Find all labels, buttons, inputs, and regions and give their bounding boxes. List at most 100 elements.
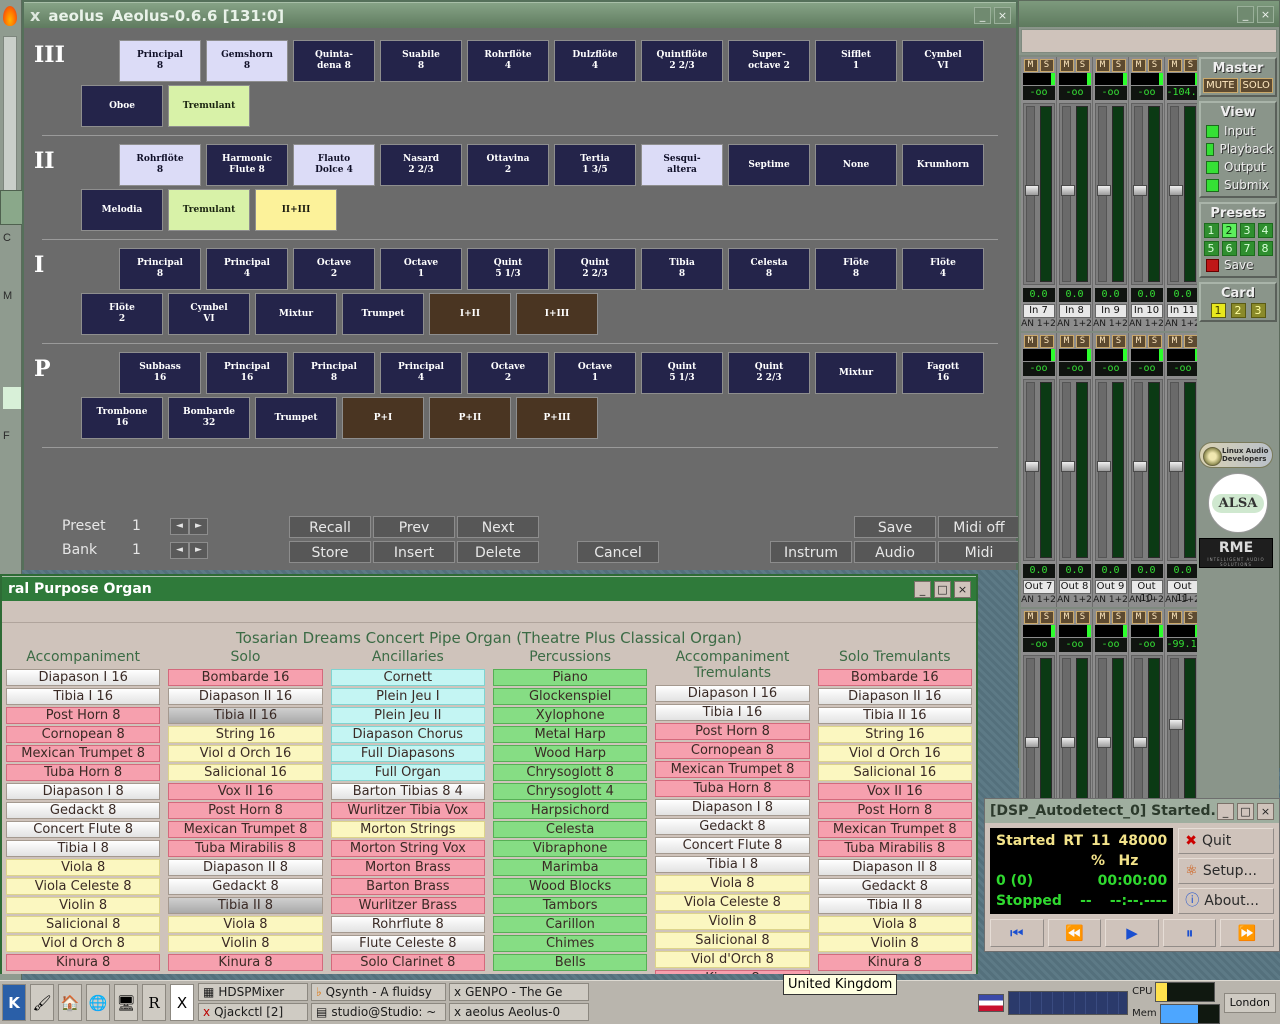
channel-name-button[interactable]: Out 10 xyxy=(1130,580,1163,604)
coupler-i-plus-ii[interactable]: I+II xyxy=(429,293,511,335)
task-qsynth[interactable]: ♭ Qsynth - A fluidsy xyxy=(311,983,446,1001)
hdspmixer-titlebar[interactable]: _ × xyxy=(1019,1,1279,27)
organ-stop-button[interactable]: Carillon xyxy=(492,916,648,933)
organ-stop-button[interactable]: Gedackt 8 xyxy=(168,878,323,895)
stop-p-trumpet[interactable]: Trumpet xyxy=(255,397,337,439)
insert-button[interactable]: Insert xyxy=(373,541,455,563)
organ-stop-button[interactable]: Viola Celeste 8 xyxy=(6,878,161,895)
screen-icon[interactable]: 🖥 xyxy=(114,984,138,1021)
organ-stop-button[interactable]: Barton Tibias 8 4 xyxy=(330,783,485,800)
rosegarden-icon[interactable]: R xyxy=(142,984,166,1021)
preset-prev-arrow[interactable]: ◄ xyxy=(170,518,189,535)
channel-mute-button[interactable]: M xyxy=(1095,611,1110,624)
fader-track[interactable] xyxy=(1168,382,1183,558)
organ-stop-button[interactable]: Morton String Vox xyxy=(330,840,485,857)
coupler-i-plus-iii[interactable]: I+III xyxy=(516,293,598,335)
fader-knob[interactable] xyxy=(1132,185,1147,196)
genpo-menubar[interactable] xyxy=(2,601,976,623)
channel-solo-button[interactable]: S xyxy=(1039,611,1054,624)
qjackctl-minimize-button[interactable]: _ xyxy=(1217,802,1234,820)
task-aeolus[interactable]: x aeolus Aeolus-0 xyxy=(449,1003,589,1021)
prev-button[interactable]: Prev xyxy=(373,516,455,538)
organ-stop-button[interactable]: Diapason II 16 xyxy=(817,688,972,705)
organ-stop-button[interactable]: Tibia II 8 xyxy=(168,897,323,914)
organ-stop-button[interactable]: Wood Harp xyxy=(492,745,648,762)
transport-rewind-button[interactable]: ⏪ xyxy=(1047,919,1102,947)
organ-stop-button[interactable]: Viola 8 xyxy=(655,875,810,892)
preset-button-1[interactable]: 1 xyxy=(1203,223,1219,238)
organ-stop-button[interactable]: Wurlitzer Tibia Vox xyxy=(330,802,485,819)
stop-i-quint-5-1-3[interactable]: Quint 5 1/3 xyxy=(467,248,549,290)
stop-i-flote-2[interactable]: Flöte 2 xyxy=(81,293,163,335)
preset-button-6[interactable]: 6 xyxy=(1221,241,1237,256)
organ-stop-button[interactable]: Viola Celeste 8 xyxy=(655,894,810,911)
stop-oboe[interactable]: Oboe xyxy=(81,85,163,127)
channel-name-button[interactable]: In 8 xyxy=(1058,304,1091,318)
organ-stop-button[interactable]: Celesta xyxy=(492,821,648,838)
organ-stop-button[interactable]: Piano xyxy=(492,669,648,686)
organ-stop-button[interactable]: Viola 8 xyxy=(6,859,161,876)
task-hdspmixer[interactable]: ▦ HDSPMixer xyxy=(198,983,308,1001)
stop-sifflet-1[interactable]: Sifflet 1 xyxy=(815,40,897,82)
organ-stop-button[interactable]: Kinura 8 xyxy=(168,954,323,971)
transport-rewind-start-button[interactable]: ⏮ xyxy=(990,919,1044,947)
channel-fader[interactable] xyxy=(1094,379,1127,561)
preset-button-3[interactable]: 3 xyxy=(1239,223,1255,238)
stop-i-flote-4[interactable]: Flöte 4 xyxy=(902,248,984,290)
organ-stop-button[interactable]: Gedackt 8 xyxy=(817,878,972,895)
stop-quintflote-2-2-3[interactable]: Quintflöte 2 2/3 xyxy=(641,40,723,82)
stop-rohrflote-4[interactable]: Rohrflöte 4 xyxy=(467,40,549,82)
channel-name-button[interactable]: Out 8 xyxy=(1058,580,1091,594)
organ-stop-button[interactable]: Solo Clarinet 8 xyxy=(330,954,485,971)
stop-p-subbass-16[interactable]: Subbass 16 xyxy=(119,352,201,394)
stop-i-tibia-8[interactable]: Tibia 8 xyxy=(641,248,723,290)
stop-harmonic-flute-8[interactable]: Harmonic Flute 8 xyxy=(206,144,288,186)
task-terminal[interactable]: ▤ studio@Studio: ~ xyxy=(311,1003,446,1021)
fader-track[interactable] xyxy=(1024,106,1039,282)
fader-knob[interactable] xyxy=(1132,461,1147,472)
fader-track[interactable] xyxy=(1096,106,1111,282)
preset-button-4[interactable]: 4 xyxy=(1257,223,1273,238)
organ-stop-button[interactable]: Tuba Mirabilis 8 xyxy=(817,840,972,857)
organ-stop-button[interactable]: Tibia I 8 xyxy=(655,856,810,873)
organ-stop-button[interactable]: Tibia I 8 xyxy=(6,840,161,857)
stop-septime[interactable]: Septime xyxy=(728,144,810,186)
channel-solo-button[interactable]: S xyxy=(1039,59,1054,72)
fader-knob[interactable] xyxy=(1132,737,1147,748)
organ-stop-button[interactable]: Diapason I 8 xyxy=(655,799,810,816)
card-button-3[interactable]: 3 xyxy=(1250,303,1266,318)
organ-stop-button[interactable]: Cornopean 8 xyxy=(6,726,161,743)
aeolus-close-button[interactable]: × xyxy=(994,7,1011,24)
fader-knob[interactable] xyxy=(1024,461,1039,472)
fader-knob[interactable] xyxy=(1168,185,1183,196)
fader-track[interactable] xyxy=(1024,382,1039,558)
organ-stop-button[interactable]: Morton Strings xyxy=(330,821,485,838)
organ-stop-button[interactable]: Tibia II 16 xyxy=(817,707,972,724)
view-item-output[interactable]: Output xyxy=(1203,158,1273,176)
channel-mute-button[interactable]: M xyxy=(1023,611,1038,624)
organ-stop-button[interactable]: Bells xyxy=(492,954,648,971)
preset-button-5[interactable]: 5 xyxy=(1203,241,1219,256)
quit-button[interactable]: ✖ Quit xyxy=(1178,828,1274,854)
organ-stop-button[interactable]: Metal Harp xyxy=(492,726,648,743)
channel-mute-button[interactable]: M xyxy=(1131,59,1146,72)
organ-stop-button[interactable]: Diapason Chorus xyxy=(330,726,485,743)
stop-p-fagott-16[interactable]: Fagott 16 xyxy=(902,352,984,394)
midi-off-button[interactable]: Midi off xyxy=(938,516,1020,538)
organ-stop-button[interactable]: Violin 8 xyxy=(168,935,323,952)
organ-stop-button[interactable]: Viol d Orch 16 xyxy=(168,745,323,762)
organ-stop-button[interactable]: Gedackt 8 xyxy=(6,802,161,819)
channel-mute-button[interactable]: M xyxy=(1095,59,1110,72)
master-solo-button[interactable]: SOLO xyxy=(1239,78,1273,93)
organ-stop-button[interactable]: Marimba xyxy=(492,859,648,876)
organ-stop-button[interactable]: Chrysoglott 8 xyxy=(492,764,648,781)
channel-solo-button[interactable]: S xyxy=(1075,335,1090,348)
organ-stop-button[interactable]: Concert Flute 8 xyxy=(655,837,810,854)
channel-solo-button[interactable]: S xyxy=(1147,335,1162,348)
channel-name-button[interactable]: In 10 xyxy=(1130,304,1163,318)
genpo-minimize-button[interactable]: _ xyxy=(914,580,931,598)
organ-stop-button[interactable]: Diapason II 8 xyxy=(168,859,323,876)
organ-stop-button[interactable]: Tibia II 8 xyxy=(817,897,972,914)
organ-stop-button[interactable]: Cornopean 8 xyxy=(655,742,810,759)
qjackctl-titlebar[interactable]: [DSP_Autodetect_0] Started. _ □ × xyxy=(985,799,1279,823)
